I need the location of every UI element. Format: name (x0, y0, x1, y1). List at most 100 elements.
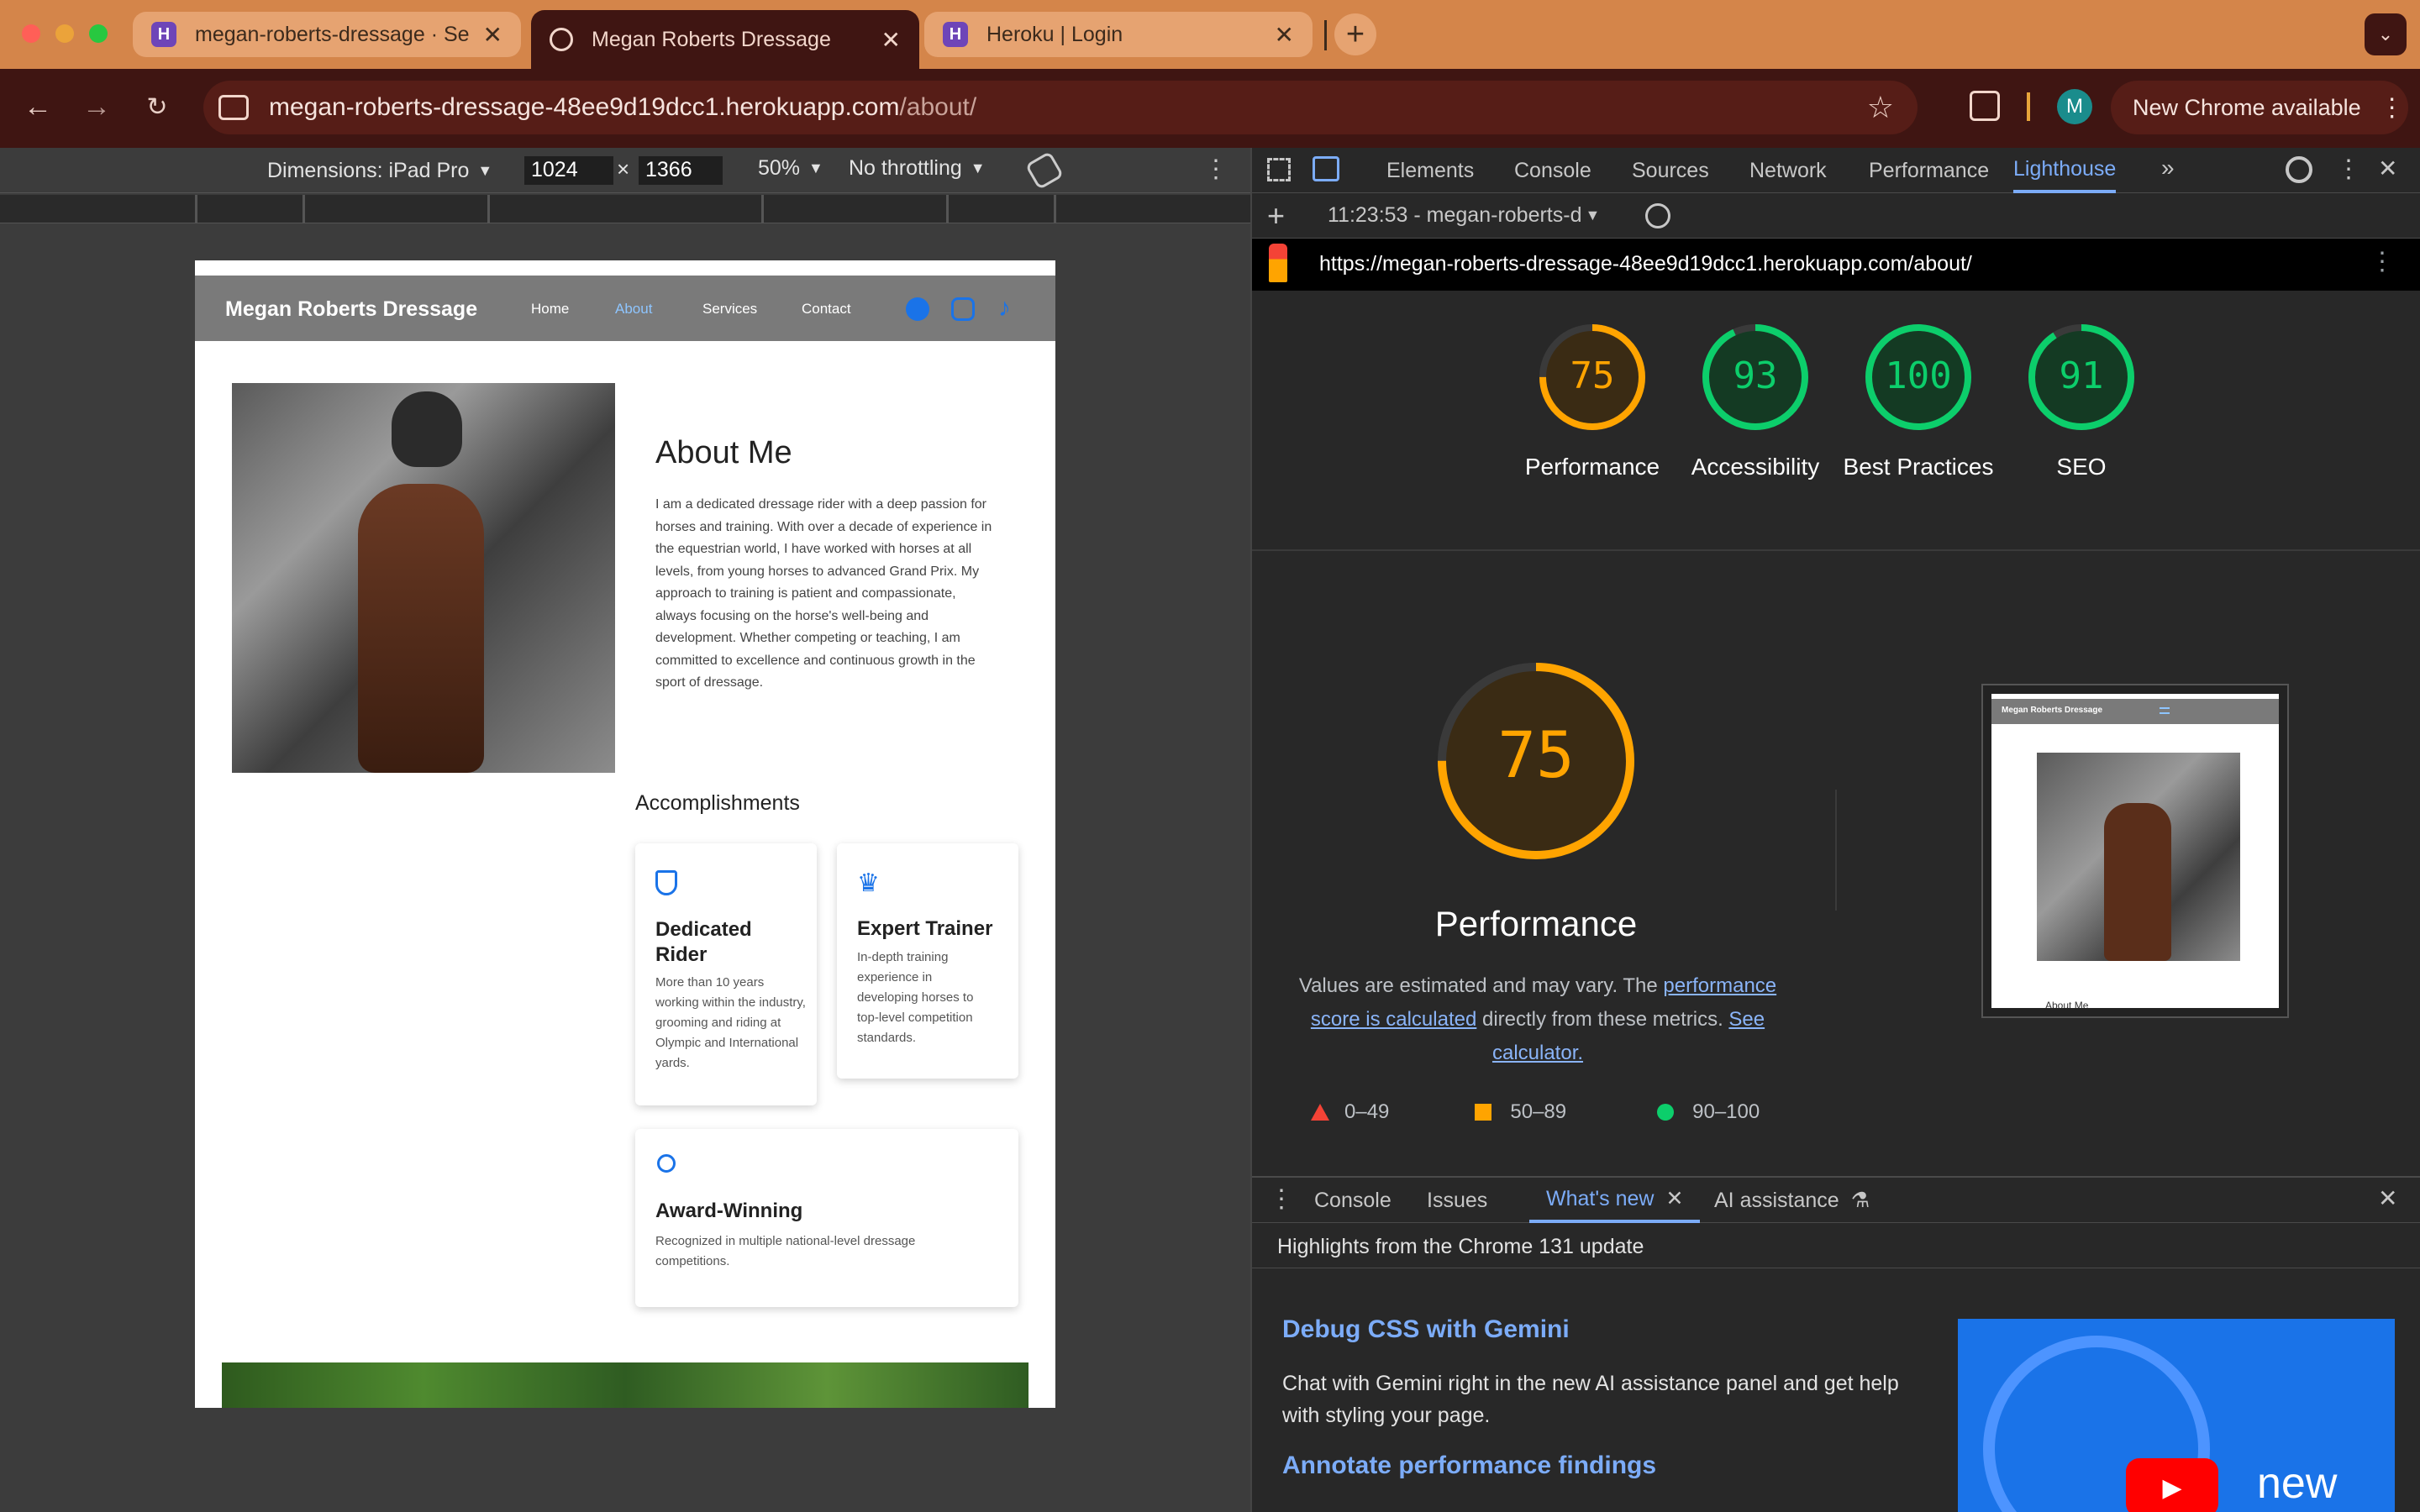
device-toggle-icon[interactable] (1313, 156, 1339, 181)
close-devtools-icon[interactable]: ✕ (2378, 155, 2397, 182)
new-tab-button[interactable]: + (1334, 13, 1376, 55)
new-report-icon[interactable]: + (1267, 198, 1285, 234)
dropdown-arrow-icon: ▼ (970, 160, 986, 176)
highlights-text: Highlights from the Chrome 131 update (1277, 1235, 1644, 1258)
tab-console[interactable]: Console (1514, 148, 1591, 193)
devtools-divider[interactable] (1250, 148, 1252, 1512)
section-divider (1252, 549, 2420, 551)
whats-new-heading-2[interactable]: Annotate performance findings (1282, 1452, 1656, 1480)
zoom-select[interactable]: 50% ▼ (758, 156, 823, 181)
more-tabs-icon[interactable]: » (2161, 155, 2175, 181)
average-square-icon (1475, 1104, 1492, 1121)
report-menu-icon[interactable]: ⋮ (2370, 247, 2395, 276)
card-text: More than 10 years working within the in… (655, 975, 806, 1070)
bookmark-star-icon[interactable]: ☆ (1867, 90, 1894, 125)
browser-tab[interactable]: H Heroku | Login ✕ (924, 12, 1313, 57)
close-window-button[interactable] (22, 24, 40, 43)
nav-contact[interactable]: Contact (802, 301, 851, 318)
horse-shape (358, 484, 484, 773)
back-button[interactable]: ← (17, 86, 59, 128)
drawer-menu-icon[interactable]: ⋮ (1269, 1184, 1294, 1214)
nav-home[interactable]: Home (531, 301, 569, 318)
tab-performance[interactable]: Performance (1869, 148, 1989, 193)
throttling-select[interactable]: No throttling ▼ (849, 156, 986, 181)
video-label: new (2257, 1459, 2338, 1508)
close-tab-icon[interactable]: ✕ (483, 21, 502, 49)
score-gauge[interactable]: 75 (1538, 323, 1647, 432)
rider-photo (232, 383, 615, 773)
perf-desc-text: Values are estimated and may vary. The (1298, 974, 1664, 997)
profile-avatar[interactable]: M (2057, 89, 2092, 124)
legend-fail: 0–49 (1344, 1100, 1390, 1123)
tab-title: Megan Roberts Dressage (592, 27, 831, 51)
about-heading: About Me (655, 435, 792, 470)
whats-new-heading[interactable]: Debug CSS with Gemini (1282, 1315, 1570, 1344)
facebook-icon[interactable] (906, 297, 929, 321)
trophy-icon: ♛ (857, 869, 880, 897)
thumb-navbar: Megan Roberts Dressage (1991, 699, 2279, 724)
accomplishment-card: Award-Winning Recognized in multiple nat… (635, 1129, 1018, 1307)
reload-button[interactable]: ↻ (136, 86, 178, 128)
toolbar-divider (2027, 92, 2030, 121)
accomplishment-card: Dedicated Rider More than 10 years worki… (635, 843, 817, 1105)
update-chrome-button[interactable]: New Chrome available ⋮ (2111, 81, 2408, 134)
site-brand[interactable]: Megan Roberts Dressage (225, 297, 477, 322)
tab-sources[interactable]: Sources (1632, 148, 1709, 193)
pass-circle-icon (1657, 1104, 1675, 1121)
clear-reports-icon[interactable] (1645, 203, 1670, 228)
gauge-label: Accessibility (1691, 454, 1820, 480)
vertical-divider (1835, 790, 1837, 911)
extensions-icon[interactable] (1970, 91, 2000, 121)
lighthouse-logo-icon (1269, 244, 1287, 282)
close-tab-icon[interactable]: ✕ (1665, 1186, 1683, 1211)
heroku-icon: H (943, 22, 968, 47)
devtools-menu-icon[interactable]: ⋮ (2336, 155, 2361, 184)
address-bar[interactable]: megan-roberts-dressage-48ee9d19dcc1.hero… (203, 81, 1918, 134)
gauge-label: Performance (1524, 454, 1660, 480)
forward-button[interactable]: → (76, 86, 118, 128)
gauge-score: 100 (1885, 354, 1952, 397)
instagram-icon[interactable] (951, 297, 975, 321)
height-input[interactable]: 1366 (639, 156, 723, 185)
thumb-photo (2037, 753, 2240, 961)
drawer-tab-ai-assistance[interactable]: AI assistance ⚗ (1714, 1178, 1870, 1223)
video-thumbnail[interactable]: ▶ new (1958, 1319, 2395, 1512)
shield-check-icon (655, 870, 677, 895)
device-select[interactable]: Dimensions: iPad Pro ▼ (267, 156, 492, 185)
width-input[interactable]: 1024 (524, 156, 613, 185)
heroku-icon: H (151, 22, 176, 47)
drawer-tab-issues[interactable]: Issues (1427, 1178, 1487, 1223)
thumb-menu-icon (2160, 707, 2170, 714)
tab-network[interactable]: Network (1749, 148, 1827, 193)
score-gauge[interactable]: 100 (1864, 323, 1973, 432)
dropdown-arrow-icon: ▼ (477, 161, 493, 179)
perf-description: Values are estimated and may vary. The p… (1294, 969, 1781, 1070)
maximize-window-button[interactable] (89, 24, 108, 43)
browser-tab[interactable]: H megan-roberts-dressage · Se ✕ (133, 12, 521, 57)
device-toolbar-menu-icon[interactable]: ⋮ (1203, 155, 1228, 184)
report-select[interactable]: 11:23:53 - megan-roberts-d ▼ (1328, 203, 1600, 228)
tab-lighthouse[interactable]: Lighthouse (2013, 148, 2117, 193)
nav-services[interactable]: Services (702, 301, 757, 318)
site-info-icon[interactable] (218, 95, 249, 120)
score-gauge[interactable]: 93 (1701, 323, 1810, 432)
close-tab-icon[interactable]: ✕ (1275, 21, 1294, 49)
drawer-tab-console[interactable]: Console (1314, 1178, 1392, 1223)
drawer-tab-whats-new[interactable]: What's new ✕ (1529, 1178, 1701, 1223)
rider-shape (392, 391, 462, 467)
browser-tab-active[interactable]: Megan Roberts Dressage ✕ (531, 10, 919, 69)
tiktok-icon[interactable]: ♪ (998, 294, 1011, 323)
tab-elements[interactable]: Elements (1386, 148, 1474, 193)
minimize-window-button[interactable] (55, 24, 74, 43)
score-gauge[interactable]: 91 (2027, 323, 2136, 432)
close-tab-icon[interactable]: ✕ (881, 26, 901, 54)
legend-average: 50–89 (1510, 1100, 1567, 1123)
tab-search-button[interactable]: ⌄ (2365, 13, 2407, 55)
settings-gear-icon[interactable] (2286, 156, 2312, 183)
about-text: I am a dedicated dressage rider with a d… (655, 497, 992, 690)
close-drawer-icon[interactable]: ✕ (2378, 1184, 2397, 1212)
nav-about[interactable]: About (615, 301, 652, 318)
report-url[interactable]: https://megan-roberts-dressage-48ee9d19d… (1319, 252, 1972, 276)
inspect-element-icon[interactable] (1267, 158, 1291, 181)
final-screenshot[interactable]: Megan Roberts Dressage About Me (1981, 684, 2289, 1018)
